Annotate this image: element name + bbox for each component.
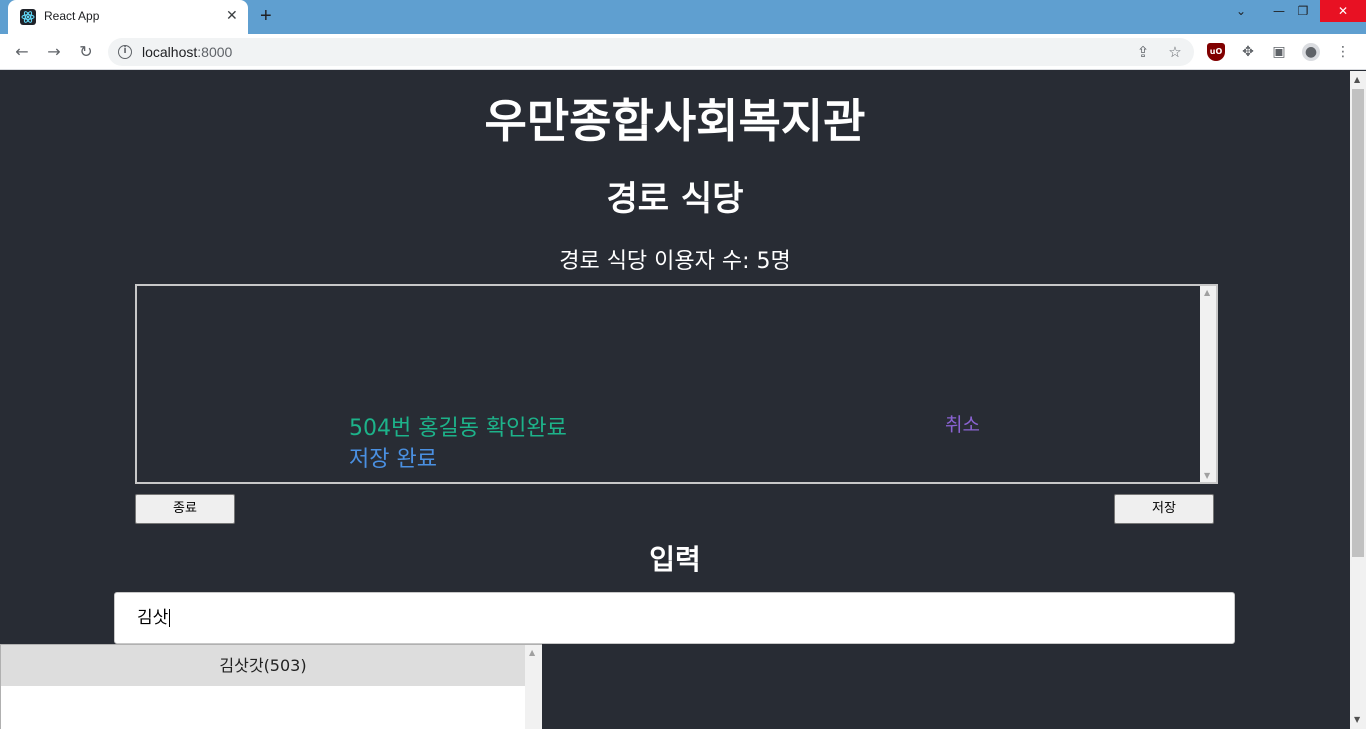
reload-icon[interactable]: ↻: [76, 42, 96, 62]
page-title: 우만종합사회복지관: [484, 94, 866, 148]
forward-arrow-icon[interactable]: →: [44, 42, 64, 62]
page-scrollbar[interactable]: ▲ ▼: [1350, 71, 1366, 729]
scroll-up-arrow-icon[interactable]: ▲: [529, 648, 535, 657]
react-logo-icon: [20, 9, 36, 25]
tab-title: React App: [44, 9, 100, 23]
extensions-puzzle-icon[interactable]: ✥: [1239, 43, 1257, 61]
name-search-input[interactable]: 김삿: [114, 592, 1235, 644]
scrollbar-thumb[interactable]: [1352, 89, 1364, 557]
bookmark-star-icon[interactable]: ☆: [1166, 43, 1184, 61]
user-count-text: 경로 식당 이용자 수: 5명: [559, 249, 791, 274]
profile-avatar-icon[interactable]: ●: [1302, 43, 1320, 61]
browser-toolbar: ← → ↻ i localhost:8000 ⇪ ☆ uO ✥ ▣ ● ⋮: [0, 34, 1366, 70]
address-bar[interactable]: i localhost:8000 ⇪ ☆: [108, 38, 1194, 66]
input-value: 김삿: [137, 608, 169, 628]
tab-search-icon[interactable]: ⌄: [1226, 0, 1256, 22]
log-textarea[interactable]: 504번 홍길동 확인완료 저장 완료 취소 ▲ ▼: [135, 284, 1218, 484]
ublock-extension-icon[interactable]: uO: [1207, 43, 1225, 61]
page-subtitle: 경로 식당: [606, 179, 744, 219]
back-arrow-icon[interactable]: ←: [12, 42, 32, 62]
scroll-up-arrow-icon[interactable]: ▲: [1204, 288, 1210, 297]
save-button[interactable]: 저장: [1114, 494, 1214, 524]
page-viewport: 우만종합사회복지관 경로 식당 경로 식당 이용자 수: 5명 504번 홍길동…: [0, 71, 1350, 729]
log-scrollbar[interactable]: ▲ ▼: [1200, 286, 1216, 482]
suggestion-scrollbar[interactable]: ▲: [525, 645, 542, 729]
browser-tab[interactable]: React App ✕: [8, 0, 248, 34]
suggestion-item[interactable]: 김삿갓(503): [1, 645, 525, 686]
log-cancel-button[interactable]: 취소: [945, 410, 980, 437]
scroll-up-arrow-icon[interactable]: ▲: [1354, 75, 1360, 85]
menu-kebab-icon[interactable]: ⋮: [1334, 43, 1352, 61]
new-tab-button[interactable]: +: [260, 5, 272, 27]
scroll-down-arrow-icon[interactable]: ▼: [1204, 471, 1210, 480]
window-close-button[interactable]: ✕: [1320, 0, 1366, 22]
scroll-down-arrow-icon[interactable]: ▼: [1354, 715, 1360, 725]
suggestion-dropdown: 김삿갓(503) ▲: [0, 644, 542, 729]
restore-button[interactable]: ❐: [1288, 0, 1318, 22]
tab-close-icon[interactable]: ✕: [226, 8, 238, 24]
side-panel-icon[interactable]: ▣: [1270, 43, 1288, 61]
log-confirm-message: 504번 홍길동 확인완료: [349, 416, 567, 441]
end-button[interactable]: 종료: [135, 494, 235, 524]
input-heading: 입력: [649, 543, 701, 576]
log-saved-message: 저장 완료: [349, 447, 437, 472]
browser-tab-bar: React App ✕ + ⌄ — ❐ ✕: [0, 0, 1366, 34]
share-icon[interactable]: ⇪: [1134, 43, 1152, 61]
url-text: localhost:8000: [142, 44, 233, 60]
site-info-icon[interactable]: i: [118, 45, 132, 59]
text-caret: [169, 609, 171, 627]
